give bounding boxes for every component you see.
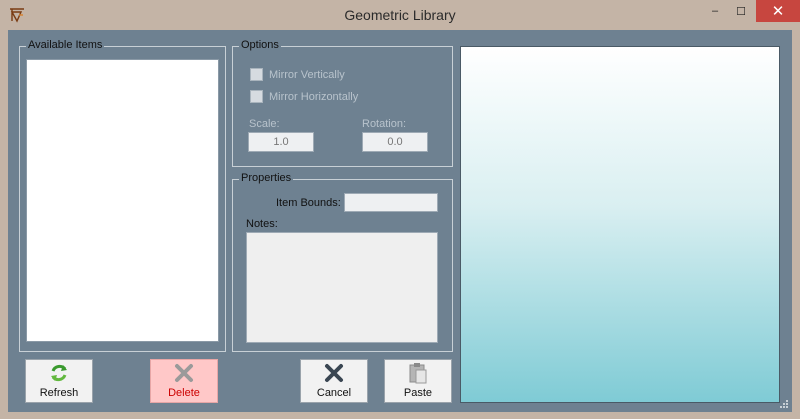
cancel-button[interactable]: Cancel: [300, 359, 368, 403]
preview-canvas[interactable]: [460, 46, 780, 403]
refresh-button[interactable]: Refresh: [25, 359, 93, 403]
paste-icon: [409, 363, 427, 384]
close-icon: ✕: [771, 3, 785, 20]
maximize-button[interactable]: ☐: [728, 0, 754, 22]
options-group: Options Mirror Vertically Mirror Horizon…: [232, 39, 453, 167]
mirror-horizontally-label: Mirror Horizontally: [269, 90, 359, 103]
minimize-button[interactable]: ‒: [702, 0, 728, 22]
rotation-input[interactable]: 0.0: [362, 132, 428, 152]
resize-grip-icon[interactable]: [779, 399, 789, 409]
options-label: Options: [239, 39, 281, 51]
window-title: Geometric Library: [344, 7, 456, 23]
item-bounds-input[interactable]: [344, 193, 438, 212]
delete-icon: [175, 364, 193, 382]
notes-textarea[interactable]: [246, 232, 438, 343]
scale-input[interactable]: 1.0: [248, 132, 314, 152]
mirror-vertically-checkbox[interactable]: Mirror Vertically: [250, 68, 345, 81]
available-items-label: Available Items: [26, 39, 105, 51]
properties-group: Properties Item Bounds: Notes:: [232, 172, 453, 352]
mirror-horizontally-box[interactable]: [250, 90, 263, 103]
minimize-icon: ‒: [711, 5, 719, 17]
mirror-horizontally-checkbox[interactable]: Mirror Horizontally: [250, 90, 358, 103]
item-bounds-label: Item Bounds:: [276, 197, 341, 209]
rotation-label: Rotation:: [362, 118, 407, 130]
mirror-vertically-box[interactable]: [250, 68, 263, 81]
delete-button[interactable]: Delete: [150, 359, 218, 403]
notes-label: Notes:: [246, 218, 278, 230]
refresh-icon: [51, 364, 67, 382]
available-items-group: Available Items: [19, 39, 226, 352]
mirror-vertically-label: Mirror Vertically: [269, 68, 345, 81]
close-button[interactable]: ✕: [756, 0, 800, 22]
paste-label: Paste: [403, 387, 433, 399]
refresh-label: Refresh: [39, 387, 79, 399]
cancel-label: Cancel: [316, 387, 352, 399]
scale-label: Scale:: [249, 118, 280, 130]
paste-button[interactable]: Paste: [384, 359, 452, 403]
maximize-icon: ☐: [736, 5, 746, 18]
delete-label: Delete: [168, 387, 200, 399]
title-bar: Geometric Library ‒ ☐ ✕: [0, 0, 800, 30]
properties-label: Properties: [239, 172, 294, 184]
available-items-list[interactable]: [26, 59, 219, 342]
cancel-icon: [325, 364, 343, 382]
client-area: Available Items Options Mirror Verticall…: [8, 30, 792, 412]
